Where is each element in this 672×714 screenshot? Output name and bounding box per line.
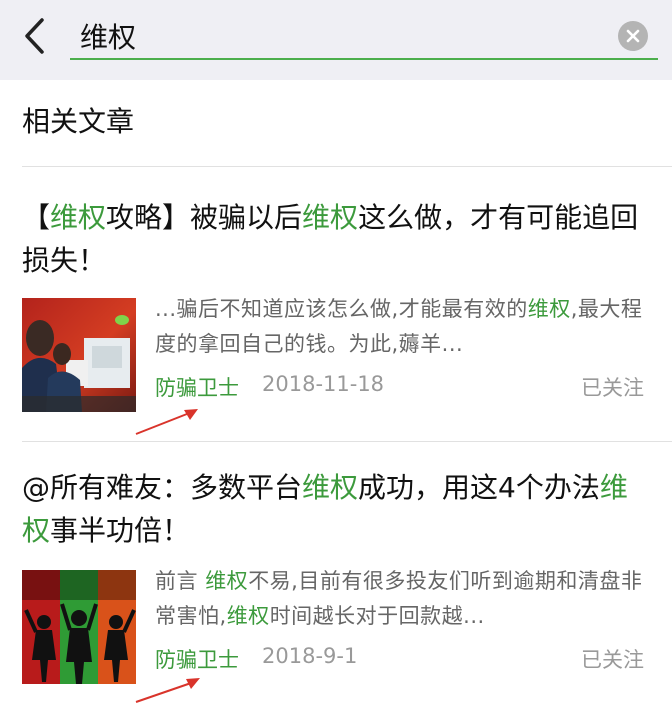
search-bar xyxy=(0,0,672,80)
search-underline xyxy=(70,58,658,60)
annotation-arrow-icon xyxy=(135,409,198,435)
follow-status[interactable]: 已关注 xyxy=(581,644,644,674)
article-title[interactable]: 【维权攻略】被骗以后维权这么做，才有可能追回损失！ xyxy=(22,196,652,282)
article-item[interactable]: 【维权攻略】被骗以后维权这么做，才有可能追回损失！ ...骗后不知道应该怎么做,… xyxy=(0,196,672,441)
search-field xyxy=(70,8,658,60)
source-name[interactable]: 防骗卫士 xyxy=(155,372,239,402)
section-title: 相关文章 xyxy=(22,105,135,138)
article-excerpt: ...骗后不知道应该怎么做,才能最有效的维权,最大程度的拿回自己的钱。为此,薅羊… xyxy=(155,297,643,356)
close-icon xyxy=(626,29,640,43)
divider xyxy=(22,166,672,167)
divider xyxy=(22,441,672,442)
article-title[interactable]: @所有难友：多数平台维权成功，用这4个办法维权事半功倍！ xyxy=(22,466,652,552)
source-name[interactable]: 防骗卫士 xyxy=(155,644,239,674)
article-item[interactable]: @所有难友：多数平台维权成功，用这4个办法维权事半功倍！ 前言 维权不易,目前有… xyxy=(0,466,672,711)
publish-date: 2018-11-18 xyxy=(262,372,385,396)
chevron-left-icon xyxy=(25,18,44,54)
article-excerpt: 前言 维权不易,目前有很多投友们听到逾期和清盘非常害怕,维权时间越长对于回款越.… xyxy=(155,569,643,628)
annotation-arrow-icon xyxy=(135,678,200,703)
clear-search-button[interactable] xyxy=(618,21,648,51)
search-input[interactable] xyxy=(80,16,580,56)
publish-date: 2018-9-1 xyxy=(262,644,358,668)
article-thumbnail xyxy=(22,298,136,412)
back-button[interactable] xyxy=(12,14,56,58)
follow-status[interactable]: 已关注 xyxy=(581,372,644,402)
article-thumbnail xyxy=(22,570,136,684)
